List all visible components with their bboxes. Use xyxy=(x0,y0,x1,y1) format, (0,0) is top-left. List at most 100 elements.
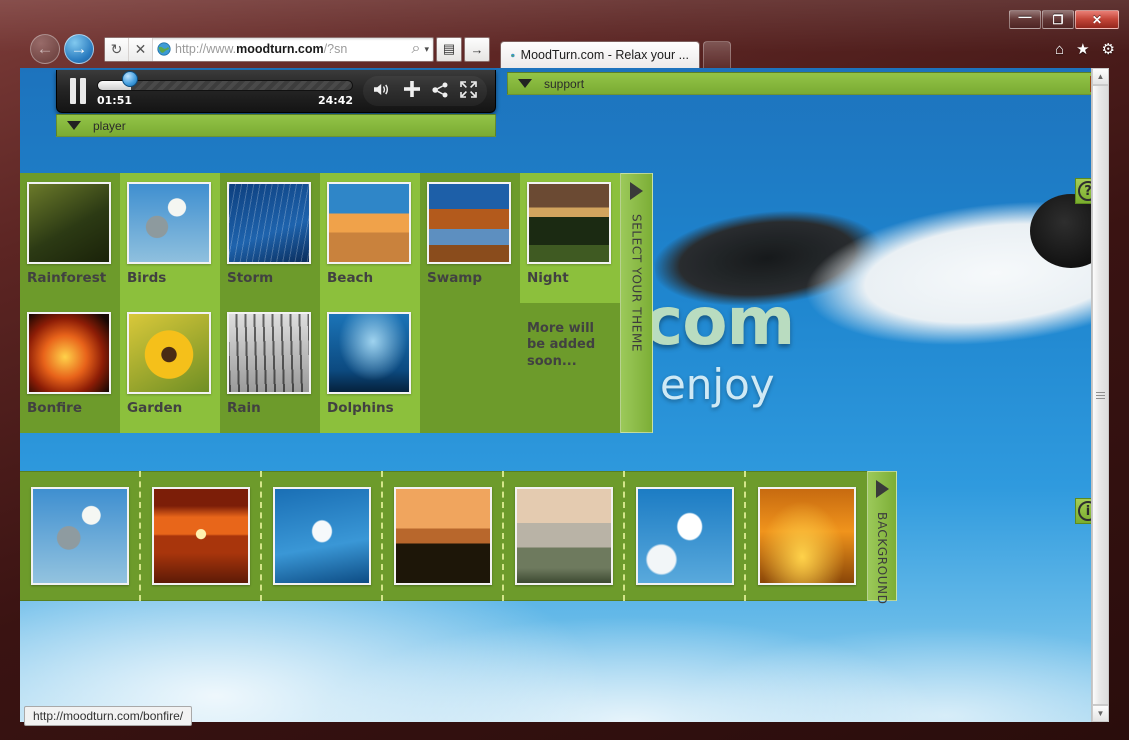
tab-title: MoodTurn.com - Relax your ... xyxy=(520,48,689,62)
theme-tile-dolphins[interactable]: Dolphins xyxy=(320,303,420,433)
background-tab-label: BACKGROUND xyxy=(875,512,889,605)
background-item[interactable] xyxy=(504,471,625,601)
background-panel: BACKGROUND xyxy=(20,471,897,605)
close-button[interactable]: ✕ xyxy=(1075,10,1119,29)
page-viewport: .com u enjoy 01:51 24:42 player support … xyxy=(20,68,1109,722)
scroll-down-button[interactable]: ▼ xyxy=(1092,705,1109,722)
add-icon[interactable] xyxy=(403,80,421,102)
garden-thumbnail xyxy=(127,312,211,394)
scroll-up-button[interactable]: ▲ xyxy=(1092,68,1109,85)
theme-tile-bonfire[interactable]: Bonfire xyxy=(20,303,120,433)
theme-tile-beach[interactable]: Beach xyxy=(320,173,420,303)
volume-icon[interactable] xyxy=(373,82,392,100)
chevron-down-icon[interactable]: ▾ xyxy=(424,44,429,55)
theme-label: Rainforest xyxy=(27,270,107,286)
select-your-theme-tab[interactable]: SELECT YOUR THEME xyxy=(620,173,653,433)
background-item[interactable] xyxy=(262,471,383,601)
bonfire-thumbnail xyxy=(27,312,111,394)
coming-soon-text: More will be added soon... xyxy=(527,321,596,369)
reload-button[interactable]: ↻ xyxy=(105,37,129,61)
total-time: 24:42 xyxy=(317,94,353,107)
address-bar-text[interactable]: http://www. moodturn.com/?sn xyxy=(175,38,412,61)
theme-column: Swamp xyxy=(420,173,520,433)
minimize-button[interactable]: — xyxy=(1009,10,1041,29)
support-label: support xyxy=(544,76,585,91)
back-button[interactable]: ← xyxy=(30,34,60,64)
player-tools xyxy=(363,76,487,106)
status-bar-url: http://moodturn.com/bonfire/ xyxy=(33,709,184,723)
address-bar-actions: ⌕ ▾ xyxy=(412,38,434,61)
theme-tile-swamp[interactable]: Swamp xyxy=(420,173,520,303)
chevron-down-icon[interactable] xyxy=(67,121,81,130)
beach-thumbnail xyxy=(327,182,411,264)
theme-tile-garden[interactable]: Garden xyxy=(120,303,220,433)
albatross-sky-thumbnail xyxy=(272,487,371,585)
theme-column: Birds Garden xyxy=(120,173,220,433)
favorites-icon[interactable]: ★ xyxy=(1076,40,1089,58)
background-item[interactable] xyxy=(383,471,504,601)
theme-label: Rain xyxy=(227,400,261,416)
background-item[interactable] xyxy=(20,471,141,601)
theme-tile-rain[interactable]: Rain xyxy=(220,303,320,433)
close-icon: ✕ xyxy=(1091,12,1103,27)
pause-button[interactable] xyxy=(65,76,91,106)
swamp-thumbnail xyxy=(427,182,511,264)
player-controls-bar: 01:51 24:42 xyxy=(56,70,496,113)
current-time: 01:51 xyxy=(97,94,133,107)
navigation-bar: ← → ↻ ✕ http://www. moodturn.com/?sn ⌕ ▾… xyxy=(0,30,1129,68)
player-collapse-bar[interactable]: player xyxy=(56,114,496,137)
new-tab-button[interactable] xyxy=(703,41,731,68)
theme-tile-empty xyxy=(420,303,520,433)
time-row: 01:51 24:42 xyxy=(97,94,353,107)
maximize-button[interactable]: ❐ xyxy=(1042,10,1074,29)
share-icon[interactable] xyxy=(432,82,449,101)
background-item[interactable] xyxy=(746,471,867,601)
seek-area[interactable]: 01:51 24:42 xyxy=(97,71,353,108)
support-bar[interactable]: support xyxy=(507,72,1107,95)
theme-tile-night[interactable]: Night xyxy=(520,173,620,303)
pause-icon-bar-right xyxy=(80,78,86,104)
theme-tile-storm[interactable]: Storm xyxy=(220,173,320,303)
birds-thumbnail xyxy=(127,182,211,264)
theme-tile-coming-soon: More will be added soon... xyxy=(520,303,620,433)
player-panel: 01:51 24:42 player xyxy=(56,68,496,137)
home-icon[interactable]: ⌂ xyxy=(1055,41,1064,58)
status-bar: http://moodturn.com/bonfire/ xyxy=(24,706,193,726)
theme-column: Beach Dolphins xyxy=(320,173,420,433)
reload-icon: ↻ xyxy=(110,40,123,57)
background-tab[interactable]: BACKGROUND xyxy=(867,471,897,605)
misty-farm-thumbnail xyxy=(514,487,613,585)
url-domain: moodturn.com xyxy=(236,42,324,56)
theme-tile-birds[interactable]: Birds xyxy=(120,173,220,303)
background-item[interactable] xyxy=(625,471,746,601)
rainforest-thumbnail xyxy=(27,182,111,264)
scrollbar-thumb[interactable] xyxy=(1092,85,1109,705)
search-icon[interactable]: ⌕ xyxy=(412,40,421,58)
player-panel-label: player xyxy=(93,118,126,133)
browser-tab[interactable]: MoodTurn.com - Relax your ... xyxy=(500,41,700,68)
background-item[interactable] xyxy=(141,471,262,601)
minimize-icon: — xyxy=(1018,9,1032,24)
compatibility-view-button[interactable]: ▤ xyxy=(436,36,462,62)
maximize-icon: ❐ xyxy=(1052,12,1064,27)
address-bar[interactable]: ↻ ✕ http://www. moodturn.com/?sn ⌕ ▾ xyxy=(104,36,434,62)
theme-label: Garden xyxy=(127,400,183,416)
go-button[interactable]: → xyxy=(464,36,490,62)
compatibility-icon: ▤ xyxy=(442,41,456,56)
fullscreen-icon[interactable] xyxy=(460,81,477,101)
browser-toolbar-icons: ⌂ ★ ⚙ xyxy=(1055,40,1115,59)
chevron-down-icon[interactable] xyxy=(518,79,532,88)
theme-tile-rainforest[interactable]: Rainforest xyxy=(20,173,120,303)
settings-icon[interactable]: ⚙ xyxy=(1102,40,1115,58)
forward-button[interactable]: → xyxy=(64,34,94,64)
savanna-dusk-thumbnail xyxy=(393,487,492,585)
theme-label: Dolphins xyxy=(327,400,394,416)
browser-window: — ❐ ✕ ← → ↻ ✕ http://www. moodturn.com /… xyxy=(0,0,1129,740)
stop-button[interactable]: ✕ xyxy=(129,37,153,61)
theme-column: Rainforest Bonfire xyxy=(20,173,120,433)
vertical-scrollbar[interactable]: ▲ ▼ xyxy=(1091,68,1109,722)
pause-icon-bar-left xyxy=(70,78,76,104)
theme-label: Night xyxy=(527,270,569,286)
play-arrow-icon xyxy=(630,182,643,200)
theme-label: Swamp xyxy=(427,270,483,286)
